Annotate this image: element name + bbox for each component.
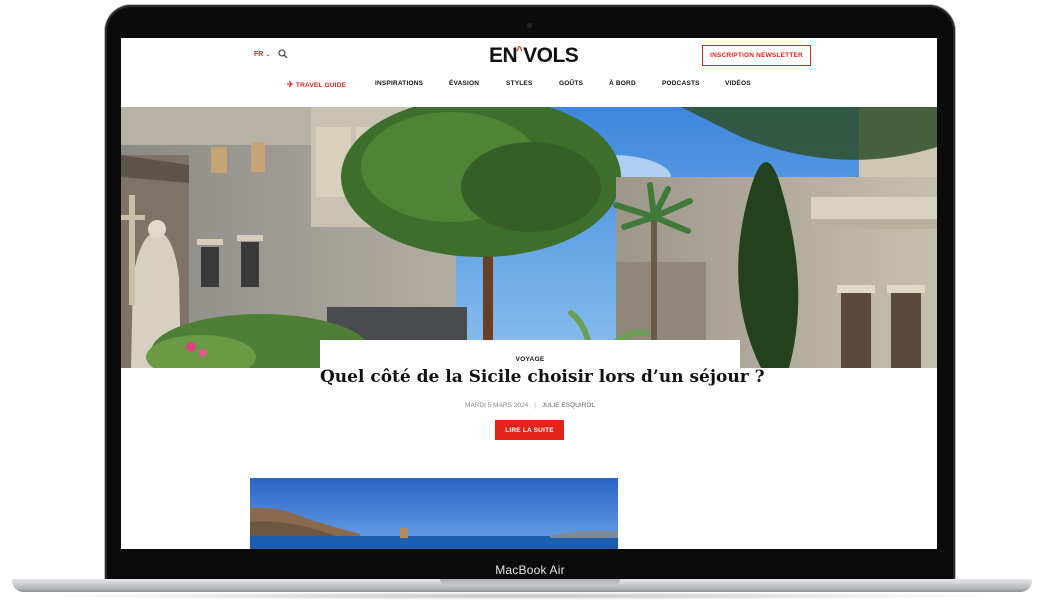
article-thumbnail[interactable]	[250, 478, 618, 549]
browser-viewport: FR ⌄ EN^VOLS INSCRIPTION NEWSLETTER ✈ TRA…	[121, 38, 937, 549]
search-icon[interactable]	[278, 49, 288, 59]
article-date: MARDI 5 MARS 2024	[464, 402, 529, 409]
article-title[interactable]: Quel côté de la Sicile choisir lors d’un…	[320, 367, 765, 387]
logo-plane-mark: ^	[516, 45, 523, 57]
site-header: FR ⌄ EN^VOLS INSCRIPTION NEWSLETTER	[121, 38, 937, 78]
plane-icon: ✈	[287, 80, 294, 89]
nav-item-podcasts[interactable]: PODCASTS	[662, 80, 700, 87]
language-label: FR	[254, 51, 264, 58]
meta-separator: |	[534, 402, 536, 409]
nav-item-evasion[interactable]: ÉVASION	[449, 80, 479, 87]
nav-item-inspirations[interactable]: INSPIRATIONS	[375, 80, 423, 87]
newsletter-signup-button[interactable]: INSCRIPTION NEWSLETTER	[702, 45, 811, 66]
nav-item-gouts[interactable]: GOÛTS	[559, 80, 583, 87]
site-logo[interactable]: EN^VOLS	[489, 44, 579, 68]
nav-item-travel-guide[interactable]: ✈ TRAVEL GUIDE	[287, 80, 346, 89]
nav-item-videos[interactable]: VIDÉOS	[725, 80, 751, 87]
laptop-chin: MacBook Air	[105, 560, 955, 579]
hero-image[interactable]	[121, 107, 937, 368]
language-selector[interactable]: FR ⌄	[254, 51, 270, 58]
nav-item-label: TRAVEL GUIDE	[295, 82, 347, 89]
article-category[interactable]: VOYAGE	[320, 356, 740, 363]
main-navigation: ✈ TRAVEL GUIDE INSPIRATIONS ÉVASION STYLE…	[121, 80, 937, 92]
nav-item-a-bord[interactable]: À BORD	[609, 80, 636, 87]
logo-part-right: VOLS	[523, 44, 579, 67]
laptop-opening-notch	[440, 579, 620, 586]
article-meta: MARDI 5 MARS 2024 | JULIE ESQUIROL	[320, 402, 740, 409]
nav-item-styles[interactable]: STYLES	[506, 80, 532, 87]
read-more-button[interactable]: LIRE LA SUITE	[495, 420, 564, 440]
device-label: MacBook Air	[495, 562, 565, 577]
camera-icon	[527, 23, 532, 28]
chevron-down-icon: ⌄	[265, 52, 271, 58]
laptop-shadow	[40, 592, 1004, 600]
logo-part-left: EN	[489, 44, 518, 67]
article-author[interactable]: JULIE ESQUIROL	[542, 402, 595, 409]
